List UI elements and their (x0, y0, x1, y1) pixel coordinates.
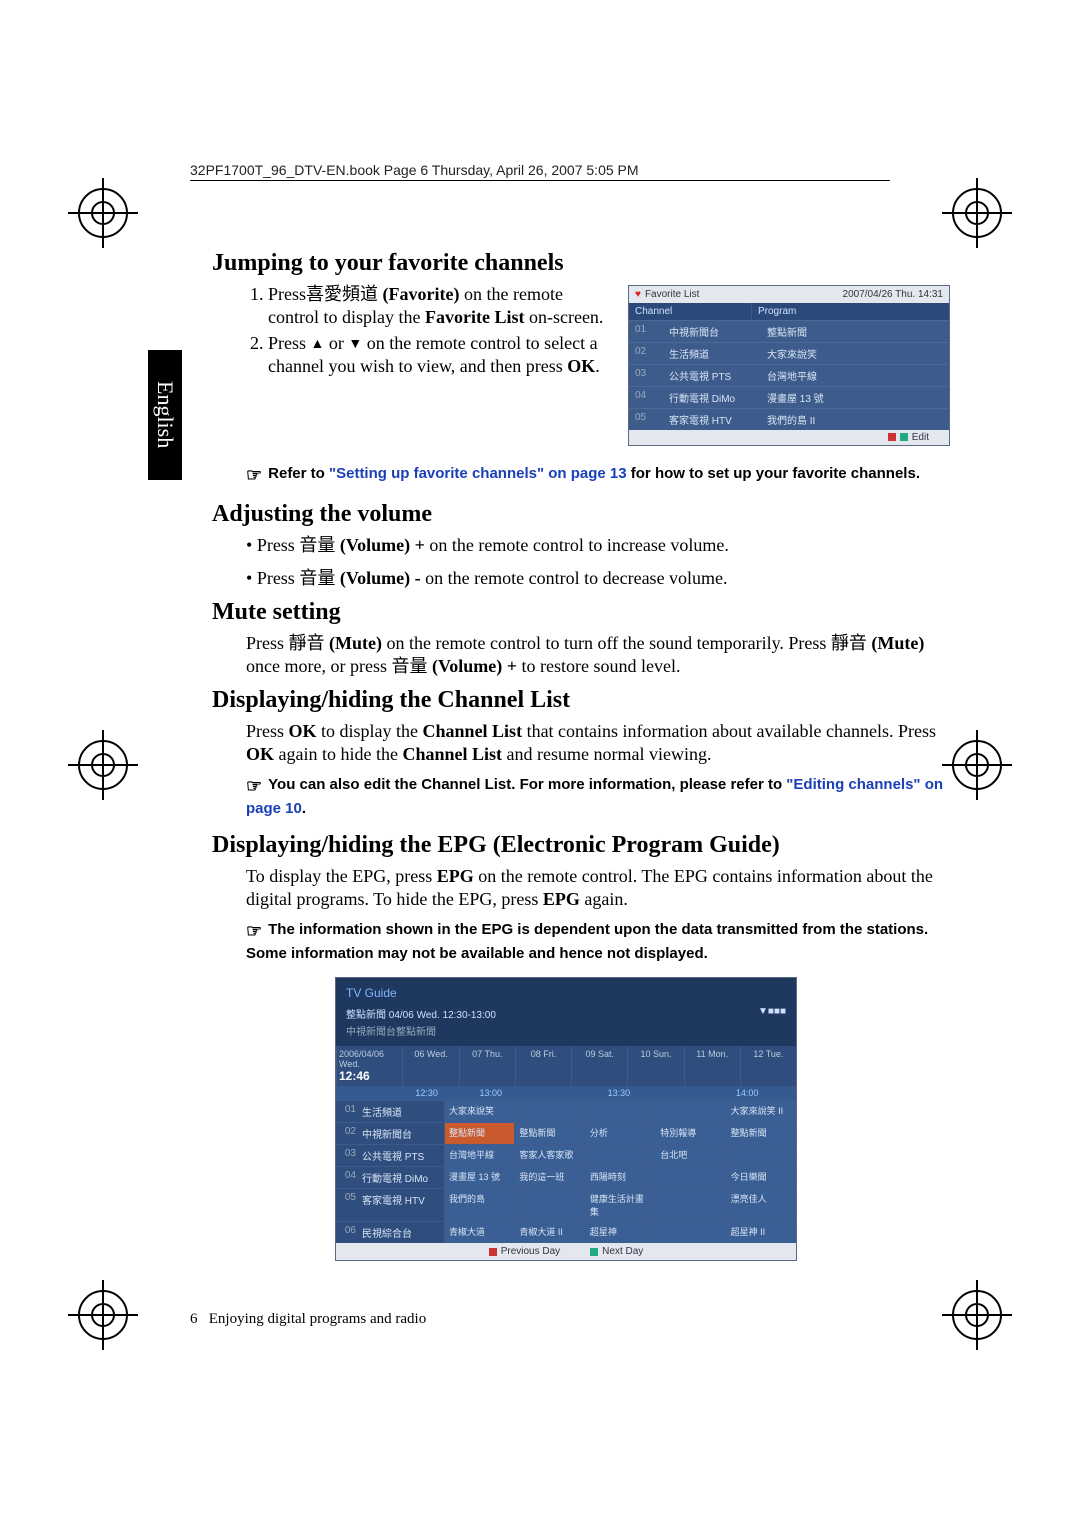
mute-text: Press 靜音 (Mute) on the remote control to… (246, 632, 950, 677)
heading-channel-list: Displaying/hiding the Channel List (212, 687, 950, 714)
epg-screenshot: TV Guide 整點新聞 04/06 Wed. 12:30-13:00▼■■■… (335, 977, 797, 1261)
epg-row: 05客家電視 HTV我們的島健康生活計畫集漂亮佳人 (336, 1188, 796, 1221)
channel-list-text: Press OK to display the Channel List tha… (246, 720, 950, 765)
volume-decrease: • Press 音量 (Volume) - on the remote cont… (246, 567, 950, 590)
epg-row: 01生活頻道大家來說笑大家來說笑 II (336, 1100, 796, 1122)
epg-row: 04行動電視 DiMo漫畫屋 13 號我的這一班西陽時刻今日樂聞 (336, 1166, 796, 1188)
up-arrow-icon: ▲ (311, 337, 325, 352)
heading-mute: Mute setting (212, 599, 950, 626)
note-icon: ☞ (246, 775, 262, 798)
epg-row: 06民視綜合台青椒大道青椒大道 II超星神超星神 II (336, 1221, 796, 1243)
fav-row: 05客家電視 HTV我們的島 II (629, 408, 949, 430)
heading-volume: Adjusting the volume (212, 501, 950, 528)
header-rule (190, 180, 890, 181)
crop-mark-icon (952, 188, 1002, 238)
fav-row: 02生活頻道大家來說笑 (629, 342, 949, 364)
heading-epg: Displaying/hiding the EPG (Electronic Pr… (212, 832, 950, 859)
down-arrow-icon: ▼ (348, 337, 362, 352)
crop-mark-icon (78, 188, 128, 238)
note-edit-channels: ☞You can also edit the Channel List. For… (246, 775, 950, 818)
heart-icon: ♥ (635, 289, 641, 300)
page-footer: 6 Enjoying digital programs and radio (190, 1311, 426, 1328)
heading-favorite: Jumping to your favorite channels (212, 250, 950, 277)
pdf-header: 32PF1700T_96_DTV-EN.book Page 6 Thursday… (190, 162, 639, 178)
note-icon: ☞ (246, 464, 262, 487)
note-favorite-setup: ☞Refer to "Setting up favorite channels"… (246, 464, 950, 487)
fav-col-program: Program (752, 303, 802, 320)
volume-increase: • Press 音量 (Volume) + on the remote cont… (246, 534, 950, 557)
fav-row: 04行動電視 DiMo漫畫屋 13 號 (629, 386, 949, 408)
crop-mark-icon (952, 1290, 1002, 1340)
note-epg-info: ☞The information shown in the EPG is dep… (246, 920, 950, 963)
epg-title: TV Guide (346, 986, 786, 1000)
epg-row: 03公共電視 PTS台灣地平線客家人客家歌台北吧 (336, 1144, 796, 1166)
crop-mark-icon (78, 1290, 128, 1340)
crop-mark-icon (78, 740, 128, 790)
fav-edit: Edit (912, 432, 929, 443)
fav-col-channel: Channel (629, 303, 752, 320)
fav-title: Favorite List (645, 289, 699, 300)
epg-row: 02中視新聞台整點新聞整點新聞分析特別報導整點新聞 (336, 1122, 796, 1144)
epg-text: To display the EPG, press EPG on the rem… (246, 865, 950, 910)
crop-mark-icon (952, 740, 1002, 790)
epg-prev-day: Previous Day (489, 1246, 560, 1257)
favorite-list-screenshot: ♥ Favorite List 2007/04/26 Thu. 14:31 Cha… (628, 285, 950, 446)
fav-row: 01中視新聞台整點新聞 (629, 320, 949, 342)
language-tab: English (148, 350, 182, 480)
note-icon: ☞ (246, 920, 262, 943)
epg-next-day: Next Day (590, 1246, 643, 1257)
fav-date: 2007/04/26 Thu. 14:31 (843, 289, 943, 300)
fav-row: 03公共電視 PTS台灣地平線 (629, 364, 949, 386)
